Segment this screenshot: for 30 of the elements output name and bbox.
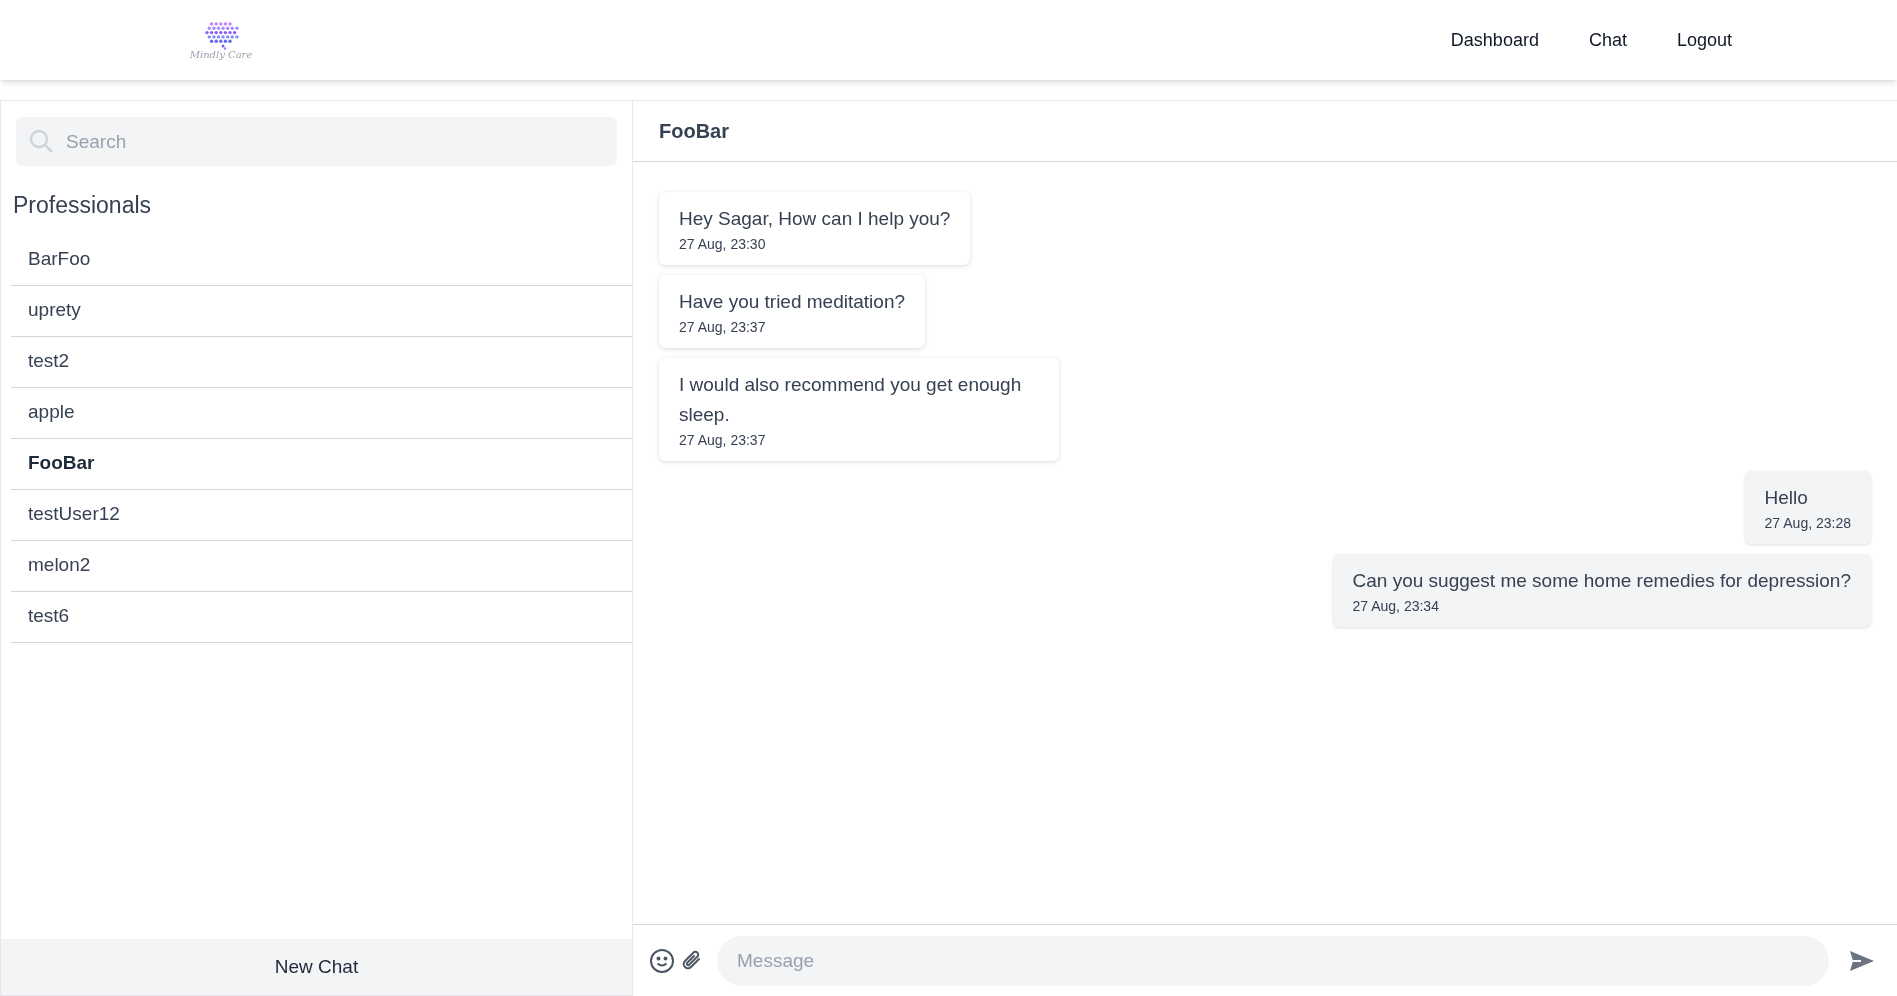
section-heading: Professionals [12,191,153,220]
nav-link[interactable]: Dashboard [1450,26,1539,54]
new-chat-button[interactable]: New Chat [1,939,632,995]
message-text: I would also recommend you get enough sleep. [679,373,1023,427]
contact-item[interactable]: uprety [11,285,632,337]
search-icon [28,128,54,154]
send-icon[interactable] [1849,949,1875,972]
contact-item[interactable]: testUser12 [11,489,632,541]
message-time: 27 Aug, 23:28 [1764,514,1851,533]
message-text: Hello [1764,486,1809,510]
nav-link[interactable]: Logout [1676,26,1732,54]
chat-title: FooBar [633,101,1897,162]
message-time: 27 Aug, 23:37 [679,431,767,450]
contact-item[interactable]: test2 [11,336,632,388]
message-text: Hey Sagar, How can I help you? [679,207,951,231]
contact-item[interactable]: test6 [11,591,632,643]
message-field[interactable]: Message [717,935,1829,986]
search-field[interactable]: Search [16,117,617,166]
emoji-icon[interactable] [649,947,675,974]
message-time: 27 Aug, 23:30 [679,235,767,254]
nav-link[interactable]: Chat [1588,26,1627,54]
contact-item[interactable]: BarFoo [11,234,632,286]
contact-item[interactable]: apple [11,387,632,439]
message-time: 27 Aug, 23:34 [1352,597,1440,616]
logo-text: Mindly Care [189,50,253,60]
message-text: Have you tried meditation? [679,290,905,314]
contact-item[interactable]: melon2 [11,540,632,592]
contact-item[interactable]: FooBar [11,438,632,490]
message-text: Can you suggest me some home remedies for depression? [1352,569,1851,593]
message-time: 27 Aug, 23:37 [679,318,767,337]
